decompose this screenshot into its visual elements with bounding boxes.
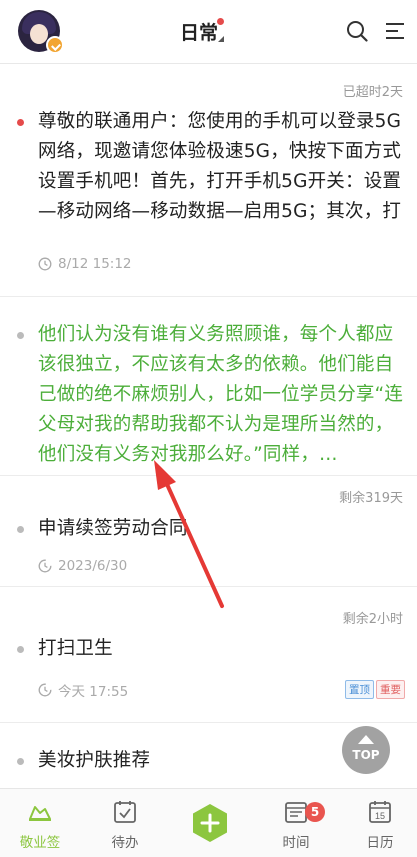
note-meta: 2023/6/30 bbox=[38, 558, 127, 574]
add-note-button[interactable] bbox=[190, 803, 230, 843]
back-to-top-button[interactable]: TOP bbox=[342, 726, 390, 774]
clock-icon bbox=[38, 257, 52, 271]
note-status: 剩余319天 bbox=[339, 491, 403, 506]
note-time: 8/12 15:12 bbox=[58, 256, 132, 272]
note-meta: 8/12 15:12 bbox=[38, 256, 132, 272]
note-time: 今天 17:55 bbox=[58, 684, 129, 700]
note-item[interactable]: 剩余2小时 打扫卫生 今天 17:55 置顶 重要 bbox=[0, 588, 417, 723]
pinned-tag: 置顶 bbox=[345, 680, 374, 699]
nav-item-calendar[interactable]: 15 日历 bbox=[340, 789, 417, 857]
menu-icon[interactable] bbox=[384, 20, 406, 42]
nav-label: 敬业签 bbox=[19, 835, 61, 851]
calendar-day: 15 bbox=[375, 811, 385, 821]
note-text: 尊敬的联通用户：您使用的手机可以登录5G网络，现邀请您体验极速5G，快按下面方式… bbox=[38, 111, 402, 222]
dropdown-corner-icon bbox=[218, 36, 225, 42]
note-bullet-icon bbox=[17, 526, 24, 533]
note-item[interactable]: 剩余319天 申请续签劳动合同 2023/6/30 bbox=[0, 477, 417, 587]
arrow-up-icon bbox=[358, 735, 374, 744]
repeat-clock-icon bbox=[38, 683, 52, 697]
search-icon[interactable] bbox=[346, 20, 368, 42]
nav-label: 日历 bbox=[366, 835, 394, 851]
note-item[interactable]: 他们认为没有谁有义务照顾谁，每个人都应该很独立，不应该有太多的依赖。他们能自己做… bbox=[0, 298, 417, 476]
note-time: 2023/6/30 bbox=[58, 558, 128, 574]
nav-item-todo[interactable]: 待办 bbox=[85, 789, 165, 857]
note-text: 申请续签劳动合同 bbox=[38, 518, 188, 539]
important-tag: 重要 bbox=[376, 680, 405, 699]
note-text: 他们认为没有谁有义务照顾谁，每个人都应该很独立，不应该有太多的依赖。他们能自己做… bbox=[38, 324, 404, 465]
category-switcher[interactable]: 日常 bbox=[180, 18, 225, 44]
user-avatar[interactable] bbox=[18, 10, 64, 54]
note-status: 已超时2天 bbox=[342, 85, 403, 100]
note-bullet-icon bbox=[17, 758, 24, 765]
note-meta: 今天 17:55 bbox=[38, 680, 128, 700]
back-to-top-label: TOP bbox=[352, 748, 380, 762]
note-text: 打扫卫生 bbox=[38, 638, 113, 659]
calendar-icon: 15 bbox=[369, 801, 391, 823]
nav-item-time[interactable]: 时间 bbox=[256, 789, 336, 857]
todo-check-icon bbox=[114, 801, 136, 823]
vip-badge-icon bbox=[46, 36, 64, 54]
note-bullet-icon bbox=[17, 646, 24, 653]
unread-dot bbox=[217, 18, 225, 25]
app-header: 日常 bbox=[0, 0, 417, 64]
repeat-clock-icon bbox=[38, 559, 52, 573]
nav-label: 待办 bbox=[111, 835, 139, 851]
avatar-face bbox=[30, 24, 48, 44]
nav-item-notes[interactable]: 敬业签 bbox=[0, 789, 80, 857]
note-status: 剩余2小时 bbox=[342, 612, 403, 627]
page-title: 日常 bbox=[180, 21, 219, 44]
time-count-badge: 5 bbox=[305, 802, 325, 822]
note-bullet-icon bbox=[17, 119, 24, 126]
note-item[interactable]: 已超时2天 尊敬的联通用户：您使用的手机可以登录5G网络，现邀请您体验极速5G，… bbox=[0, 65, 417, 297]
note-bullet-icon bbox=[17, 332, 24, 339]
nav-label: 时间 bbox=[282, 835, 310, 851]
notes-cloud-icon bbox=[29, 806, 51, 821]
